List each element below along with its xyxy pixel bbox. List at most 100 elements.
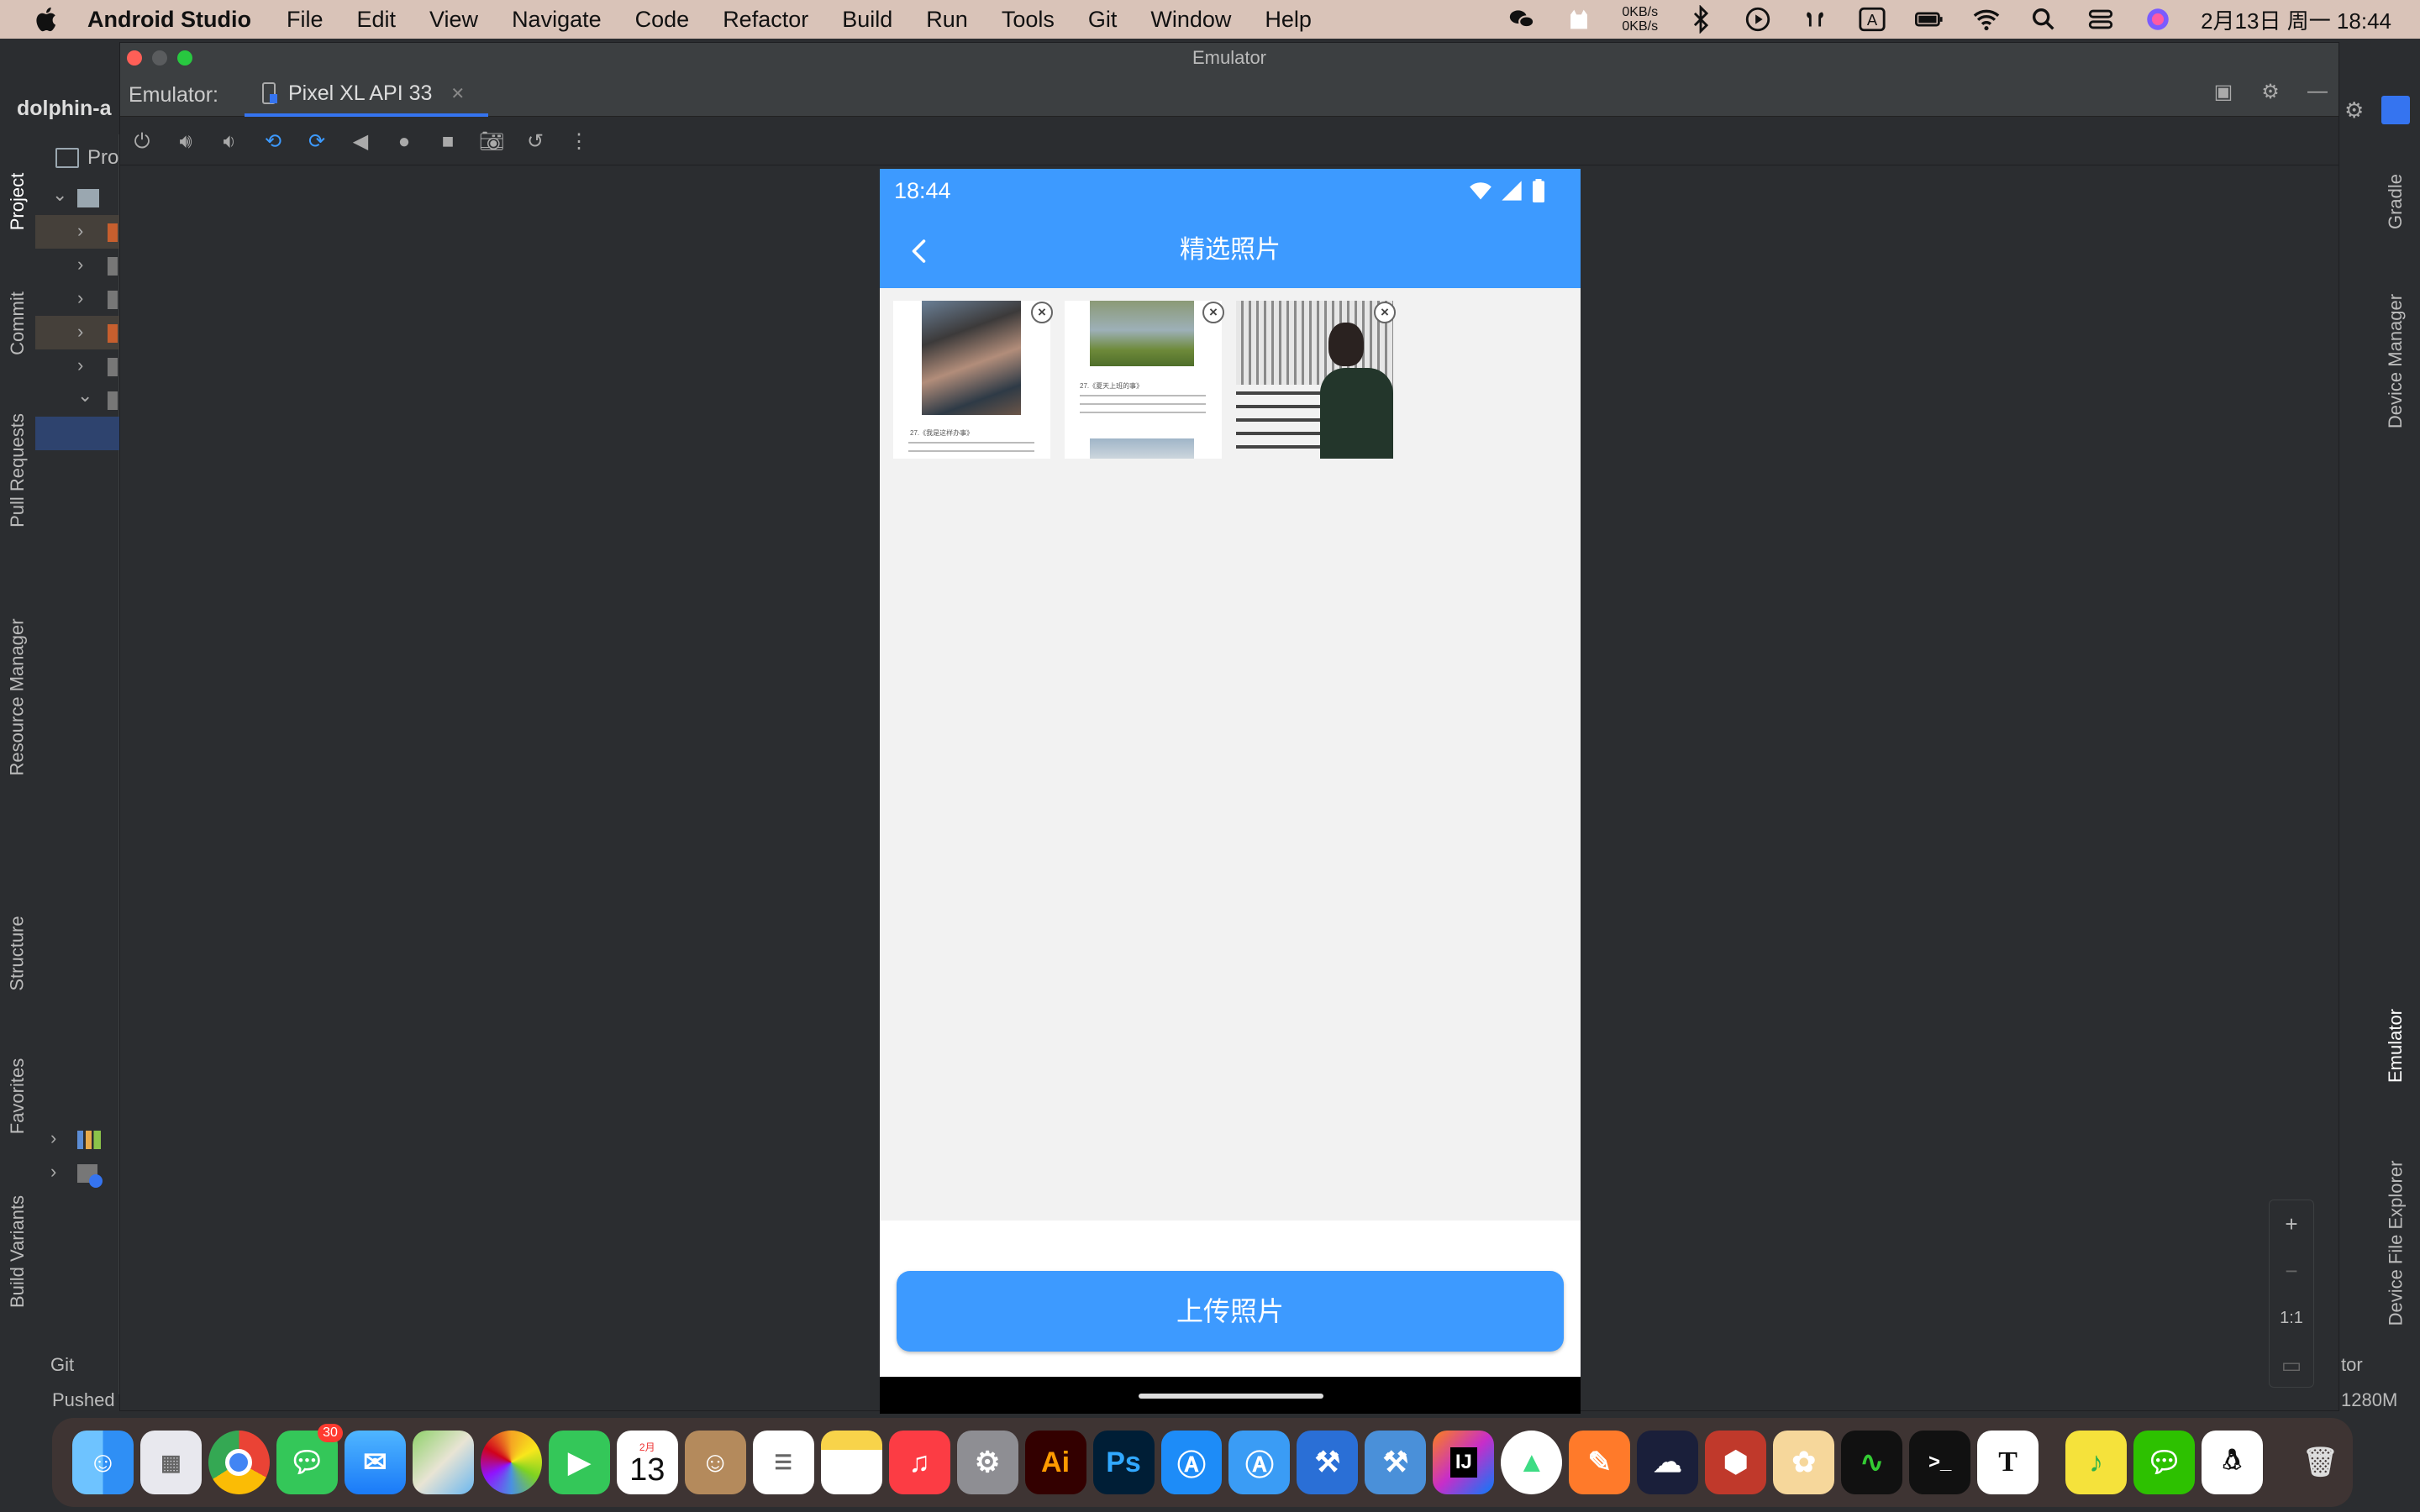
power-icon[interactable]: ⏻ — [129, 129, 155, 155]
gear-icon[interactable]: ⚙ — [2258, 80, 2283, 105]
app-store-2-icon[interactable]: Ⓐ — [1228, 1431, 1291, 1494]
volume-up-icon[interactable]: 🔊︎ — [172, 129, 199, 155]
overview-icon[interactable]: ■ — [434, 129, 461, 155]
menu-edit[interactable]: Edit — [356, 7, 396, 33]
control-center-icon[interactable] — [2086, 5, 2115, 34]
contacts-icon[interactable]: ☺ — [684, 1431, 746, 1494]
illustrator-icon[interactable]: Ai — [1024, 1431, 1086, 1494]
tree-row-selected[interactable] — [35, 417, 119, 450]
volume-down-icon[interactable]: 🔉︎ — [216, 129, 243, 155]
app-store-icon[interactable]: Ⓐ — [1160, 1431, 1223, 1494]
tab-pixel-xl[interactable]: Pixel XL API 33 ✕ — [245, 73, 488, 117]
hide-panel-icon[interactable]: — — [2305, 80, 2330, 105]
qq-icon[interactable]: 🐧︎ — [2202, 1431, 2263, 1494]
rotate-right-icon[interactable]: ⟳ — [303, 129, 330, 155]
tree-row[interactable]: ⌄ — [35, 181, 119, 214]
tab-pull-requests[interactable]: Pull Requests — [0, 386, 35, 554]
tree-row[interactable]: › — [35, 1156, 119, 1189]
tab-commit[interactable]: Commit — [0, 273, 35, 374]
rotate-left-icon[interactable]: ⟲ — [260, 129, 287, 155]
camera-icon[interactable]: 📷︎ — [478, 129, 505, 155]
remove-photo-icon[interactable]: × — [1031, 302, 1053, 323]
minimize-window-icon[interactable] — [152, 50, 167, 66]
red-app-icon[interactable]: ⬢ — [1705, 1431, 1767, 1494]
zoom-in-button[interactable]: + — [2270, 1200, 2313, 1247]
tree-row[interactable]: › — [35, 249, 119, 282]
menu-help[interactable]: Help — [1265, 7, 1312, 33]
zoom-1-to-1-button[interactable]: 1:1 — [2270, 1294, 2313, 1341]
zoom-fit-icon[interactable]: ▭ — [2270, 1341, 2313, 1389]
menu-code[interactable]: Code — [635, 7, 690, 33]
maps-icon[interactable] — [412, 1431, 474, 1494]
tab-project[interactable]: Project — [0, 143, 35, 260]
menu-tools[interactable]: Tools — [1002, 7, 1055, 33]
qq-music-icon[interactable]: ♪ — [2065, 1431, 2128, 1494]
tree-row[interactable]: › — [35, 282, 119, 316]
tree-row[interactable]: › — [35, 316, 119, 349]
tree-row[interactable]: › — [35, 349, 119, 383]
facetime-icon[interactable]: ▶ — [548, 1431, 610, 1494]
photo-thumbnail[interactable] — [1236, 301, 1393, 459]
siri-icon[interactable] — [2144, 5, 2172, 34]
menu-refactor[interactable]: Refactor — [723, 7, 808, 33]
reminders-icon[interactable]: ☰ — [752, 1431, 814, 1494]
calendar-icon[interactable]: 2月 13 — [616, 1431, 678, 1494]
trash-icon[interactable]: 🗑︎ — [2290, 1431, 2351, 1494]
gecko-app-icon[interactable]: ✿ — [1773, 1431, 1835, 1494]
menu-run[interactable]: Run — [926, 7, 968, 33]
tree-row[interactable]: › — [35, 1122, 119, 1156]
remove-photo-icon[interactable]: × — [1202, 302, 1224, 323]
project-panel-label[interactable]: Pro — [87, 146, 118, 170]
play-circle-icon[interactable] — [1744, 5, 1772, 34]
more-icon[interactable]: ⋮ — [566, 129, 592, 155]
airpods-icon[interactable] — [1801, 5, 1829, 34]
home-icon[interactable]: ● — [391, 129, 418, 155]
menu-file[interactable]: File — [287, 7, 324, 33]
memory-indicator[interactable]: 1280M — [2341, 1389, 2397, 1411]
bluetooth-icon[interactable] — [1686, 5, 1715, 34]
input-method-icon[interactable]: A — [1858, 5, 1886, 34]
typora-icon[interactable]: T — [1977, 1431, 2039, 1494]
tab-device-file-explorer[interactable]: Device File Explorer — [2378, 1134, 2413, 1352]
zoom-out-button[interactable]: − — [2270, 1247, 2313, 1294]
system-preferences-icon[interactable]: ⚙ — [956, 1431, 1018, 1494]
launchpad-icon[interactable]: ▦ — [139, 1431, 202, 1494]
intellij-icon[interactable]: IJ — [1433, 1431, 1495, 1494]
tree-row[interactable]: ⌄ — [35, 383, 119, 417]
clock[interactable]: 2月13日 周一 18:44 — [2201, 4, 2391, 35]
menu-build[interactable]: Build — [842, 7, 892, 33]
pen-app-icon[interactable]: ✎ — [1569, 1431, 1631, 1494]
activity-monitor-icon[interactable]: ∿ — [1841, 1431, 1903, 1494]
music-icon[interactable]: ♫ — [888, 1431, 950, 1494]
remove-photo-icon[interactable]: × — [1374, 302, 1396, 323]
photo-thumbnail[interactable]: 27.《我是这样办事》 — [893, 301, 1050, 459]
wifi-icon[interactable] — [1972, 5, 2001, 34]
gesture-handle[interactable] — [1139, 1394, 1323, 1399]
user-avatar-icon[interactable] — [2381, 96, 2410, 124]
finder-icon[interactable]: ☺ — [72, 1431, 134, 1494]
search-icon[interactable] — [2029, 5, 2058, 34]
zoom-window-icon[interactable] — [177, 50, 192, 66]
notes-icon[interactable] — [820, 1431, 882, 1494]
app-name[interactable]: Android Studio — [87, 7, 251, 33]
mail-icon[interactable]: ✉ — [344, 1431, 406, 1494]
tab-resource-manager[interactable]: Resource Manager — [0, 588, 35, 806]
photoshop-icon[interactable]: Ps — [1092, 1431, 1155, 1494]
menu-navigate[interactable]: Navigate — [512, 7, 602, 33]
close-tab-icon[interactable]: ✕ — [450, 83, 465, 104]
tab-favorites[interactable]: Favorites — [0, 1033, 35, 1159]
battery-icon[interactable] — [1915, 5, 1944, 34]
layout-icon[interactable]: ▣ — [2211, 80, 2236, 105]
tree-row[interactable]: › — [35, 215, 119, 249]
close-window-icon[interactable] — [127, 50, 142, 66]
cat-status-icon[interactable] — [1565, 5, 1593, 34]
git-tool-label[interactable]: Git — [50, 1354, 74, 1376]
photos-icon[interactable] — [480, 1431, 542, 1494]
instruments-icon[interactable]: ⚒ — [1365, 1431, 1427, 1494]
tab-device-manager[interactable]: Device Manager — [2378, 269, 2413, 454]
tab-emulator[interactable]: Emulator — [2378, 983, 2413, 1109]
menu-git[interactable]: Git — [1088, 7, 1118, 33]
apple-icon[interactable] — [32, 4, 62, 34]
messages-icon[interactable]: 💬︎ 30 — [276, 1424, 343, 1494]
android-studio-icon[interactable]: ▲ — [1501, 1431, 1563, 1494]
